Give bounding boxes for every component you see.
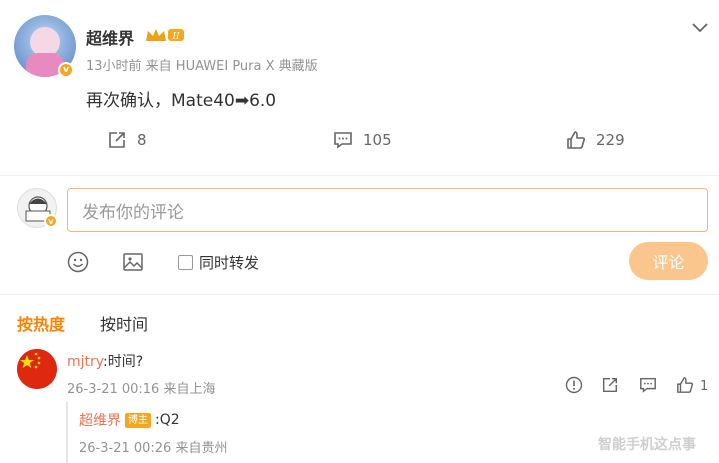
like-icon [567, 131, 585, 149]
post-text: 再次确认，Mate40➡6.0 [86, 91, 277, 111]
comment-count: 105 [363, 131, 392, 149]
reply-text-line: 超维界 博主 :Q2 [79, 410, 180, 430]
section-divider [0, 294, 719, 295]
commenter-name[interactable]: mjtry [67, 354, 103, 370]
verified-badge-icon: v [58, 62, 74, 78]
watermark: 智能手机这点事 [598, 437, 696, 453]
comment-text: :时间? [103, 354, 144, 370]
repost-label: 同时转发 [199, 254, 260, 272]
submit-comment-button[interactable]: 评论 [629, 242, 708, 280]
crown-level-icon: II [146, 29, 184, 42]
comment-text-line: mjtry:时间? [67, 351, 143, 371]
level-badge-text: II [171, 32, 180, 42]
emoji-icon[interactable] [67, 251, 89, 273]
author-name[interactable]: 超维界 [86, 25, 134, 49]
comment-like-count: 1 [700, 379, 709, 394]
share-button[interactable]: 8 [107, 130, 147, 150]
host-badge: 博主 [125, 412, 151, 428]
post-meta: 13小时前 来自 HUAWEI Pura X 典藏版 [86, 59, 318, 74]
comment-icon [334, 132, 352, 149]
flag-icon [17, 349, 57, 389]
share-icon [109, 132, 125, 148]
reply-author-name[interactable]: 超维界 [79, 410, 121, 430]
reply-text: :Q2 [155, 412, 180, 428]
report-icon[interactable] [565, 376, 583, 394]
share-count: 8 [137, 131, 147, 149]
like-count: 229 [596, 131, 625, 149]
repost-checkbox[interactable]: 同时转发 [178, 252, 259, 273]
chevron-down-icon[interactable] [690, 20, 710, 36]
comment-button[interactable]: 105 [333, 130, 392, 150]
current-user-verified-icon: v [44, 214, 58, 228]
image-icon[interactable] [122, 251, 144, 273]
comment-meta: 26-3-21 00:16 来自上海 [67, 382, 216, 397]
share-icon[interactable] [601, 376, 619, 394]
sort-by-hot-tab[interactable]: 按热度 [17, 311, 65, 335]
like-icon[interactable] [676, 376, 694, 394]
reply-meta: 26-3-21 00:26 来自贵州 [79, 441, 228, 456]
checkbox-box[interactable] [178, 255, 193, 270]
comment-input[interactable]: 发布你的评论 [67, 188, 708, 232]
like-button[interactable]: 229 [566, 130, 625, 150]
comment-icon[interactable] [639, 376, 657, 394]
commenter-avatar[interactable] [17, 349, 57, 389]
sort-by-time-tab[interactable]: 按时间 [100, 311, 148, 335]
section-divider [0, 175, 719, 176]
